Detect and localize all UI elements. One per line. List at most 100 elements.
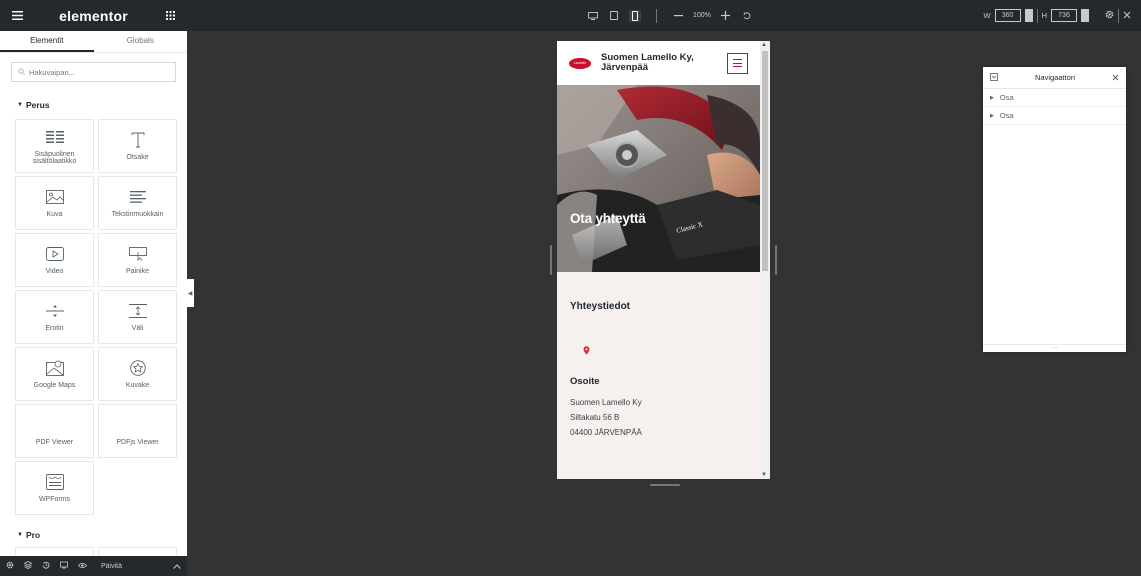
- settings-icon[interactable]: [6, 560, 14, 572]
- address-heading: Osoite: [570, 376, 600, 387]
- preview-scrollbar[interactable]: ▲ ▼: [760, 41, 770, 479]
- wpforms-icon: [45, 473, 65, 491]
- layers-icon[interactable]: [23, 560, 33, 572]
- caret-right-icon[interactable]: ▶: [990, 95, 994, 101]
- widget-text-editor[interactable]: Tekstinmuokkain: [98, 176, 177, 230]
- collapse-all-icon[interactable]: [990, 72, 998, 84]
- hero-section[interactable]: Classic X Ota yhteyttä: [557, 85, 760, 272]
- resize-handle-left[interactable]: [550, 245, 552, 275]
- mobile-preview: Lamello Suomen Lamello Ky, Järvenpää Cla…: [557, 41, 770, 479]
- widget-image[interactable]: Kuva: [15, 176, 94, 230]
- desktop-icon[interactable]: [587, 10, 599, 22]
- preview-eye-icon[interactable]: [77, 560, 88, 572]
- scroll-down-icon[interactable]: ▼: [761, 472, 767, 478]
- search-input[interactable]: [29, 67, 159, 77]
- category-perus[interactable]: ▼ Perus: [0, 100, 50, 110]
- image-icon: [45, 188, 65, 206]
- mobile-icon[interactable]: [629, 9, 641, 22]
- history-icon[interactable]: [42, 560, 50, 572]
- spacer-icon: [128, 302, 148, 320]
- divider: [1118, 8, 1119, 23]
- panel-tabs: Elementit Globals: [0, 31, 187, 53]
- widget-pdf-viewer[interactable]: PDF Viewer: [15, 404, 94, 458]
- zoom-level: 100%: [693, 12, 711, 19]
- hero-heading: Ota yhteyttä: [570, 211, 646, 226]
- widget-label: PDFjs Viewer: [116, 439, 159, 446]
- menu-icon[interactable]: [9, 8, 25, 24]
- navigator-resize-handle[interactable]: ...: [983, 344, 1126, 352]
- address-block: Suomen Lamello Ky Siltakatu 56 B 04400 J…: [570, 395, 760, 440]
- apps-grid-icon[interactable]: [162, 8, 178, 24]
- responsive-mode-icon[interactable]: [60, 560, 68, 572]
- panel-footer: Päivitä: [0, 556, 187, 576]
- close-icon[interactable]: [1112, 72, 1119, 84]
- width-spinner[interactable]: [1024, 9, 1033, 22]
- widget-search[interactable]: [11, 62, 176, 82]
- reset-zoom-icon[interactable]: [741, 10, 753, 22]
- navigator-panel: Navigaattori ▶ Osa ▶ Osa ...: [983, 67, 1126, 352]
- canvas-size-controls: W H: [983, 0, 1131, 31]
- search-icon: [18, 66, 25, 78]
- navigator-item-section[interactable]: ▶ Osa: [983, 107, 1126, 125]
- device-switcher: 100%: [587, 0, 753, 31]
- site-logo[interactable]: Lamello: [569, 57, 591, 69]
- scroll-up-icon[interactable]: ▲: [761, 42, 767, 48]
- widget-label: Video: [45, 268, 64, 275]
- tablet-icon[interactable]: [608, 10, 620, 22]
- widget-video[interactable]: Video: [15, 233, 94, 287]
- widget-label: Otsake: [126, 154, 149, 161]
- navigator-item-section[interactable]: ▶ Osa: [983, 89, 1126, 107]
- heading-icon: [128, 131, 148, 149]
- widget-spacer[interactable]: Väli: [98, 290, 177, 344]
- widget-label: Tekstinmuokkain: [111, 211, 164, 218]
- widget-icon[interactable]: Kuvake: [98, 347, 177, 401]
- widget-label: Väli: [131, 325, 144, 332]
- widget-label: Google Maps: [33, 382, 76, 389]
- resize-handle-right[interactable]: [775, 245, 777, 275]
- address-line: Siltakatu 56 B: [570, 413, 620, 422]
- video-icon: [45, 245, 65, 263]
- blank-icon: [45, 416, 65, 434]
- site-title[interactable]: Suomen Lamello Ky, Järvenpää: [601, 53, 701, 73]
- widget-label: Kuva: [46, 211, 63, 218]
- update-button[interactable]: Päivitä: [101, 563, 122, 570]
- widget-heading[interactable]: Otsake: [98, 119, 177, 173]
- close-icon[interactable]: [1123, 11, 1131, 21]
- height-spinner[interactable]: [1081, 9, 1089, 22]
- zoom-out-icon[interactable]: [672, 10, 684, 22]
- caret-right-icon[interactable]: ▶: [990, 113, 994, 119]
- widget-button[interactable]: Painike: [98, 233, 177, 287]
- tab-globals[interactable]: Globals: [94, 31, 188, 52]
- gear-icon[interactable]: [1105, 10, 1114, 21]
- address-line: 04400 JÄRVENPÄÄ: [570, 428, 642, 437]
- tab-elements[interactable]: Elementit: [0, 31, 94, 52]
- widget-label: Erotin: [45, 325, 64, 332]
- panel-collapse-toggle[interactable]: ◀: [186, 279, 194, 307]
- widget-wpforms[interactable]: WPForms: [15, 461, 94, 515]
- divider: [656, 8, 657, 23]
- widget-inner-section[interactable]: Sisäpuolinen sisältölaatikko: [15, 119, 94, 173]
- zoom-in-icon[interactable]: [720, 10, 732, 22]
- site-header: Lamello Suomen Lamello Ky, Järvenpää: [557, 41, 770, 85]
- elementor-panel: elementor Elementit Globals ▼ Perus Sisä…: [0, 0, 187, 576]
- scroll-thumb[interactable]: [762, 51, 768, 271]
- width-label: W: [983, 11, 991, 20]
- height-input[interactable]: [1051, 9, 1077, 22]
- divider-icon: [45, 302, 65, 320]
- divider: [1036, 8, 1038, 23]
- chevron-up-icon[interactable]: [173, 560, 181, 572]
- widget-divider[interactable]: Erotin: [15, 290, 94, 344]
- hero-image: Classic X: [557, 85, 760, 272]
- caret-down-icon: ▼: [17, 532, 23, 538]
- widget-google-maps[interactable]: Google Maps: [15, 347, 94, 401]
- search-wrapper: [0, 53, 187, 88]
- hamburger-menu-icon[interactable]: [727, 52, 748, 74]
- editor-topbar: 100% W H: [187, 0, 1141, 31]
- navigator-header[interactable]: Navigaattori: [983, 67, 1126, 89]
- resize-handle-bottom[interactable]: [650, 484, 680, 486]
- category-pro[interactable]: ▼ Pro: [0, 530, 40, 540]
- widget-pdfjs-viewer[interactable]: PDFjs Viewer: [98, 404, 177, 458]
- location-pin-icon: [583, 346, 591, 355]
- height-label: H: [1041, 11, 1047, 20]
- width-input[interactable]: [994, 9, 1021, 22]
